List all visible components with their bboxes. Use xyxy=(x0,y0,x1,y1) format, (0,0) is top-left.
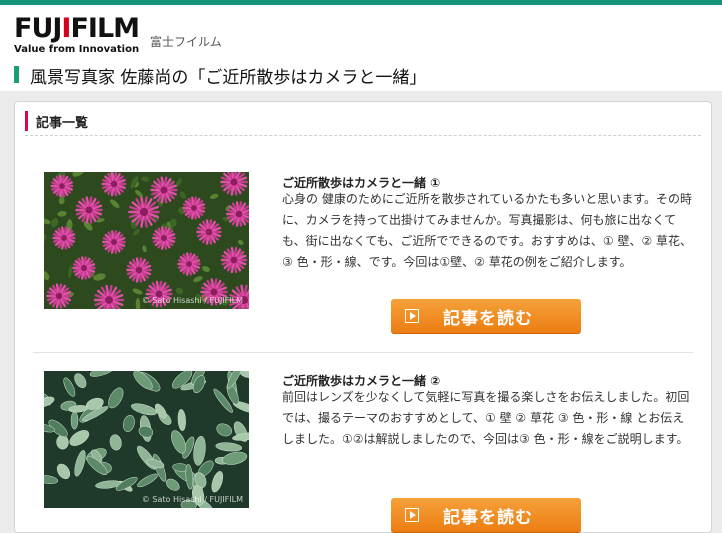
fujifilm-logo[interactable]: FUJIFILM Value from Innovation xyxy=(14,13,140,56)
read-article-button[interactable]: 記事を読む xyxy=(391,498,581,533)
article-divider xyxy=(33,352,693,353)
logo-wordmark: FUJIFILM xyxy=(14,13,140,44)
play-icon xyxy=(405,309,419,323)
article-list-panel: 記事一覧 © Sato Hisashi / FUJIFILM ご近所散歩はカメラ… xyxy=(14,101,712,533)
read-article-label: 記事を読む xyxy=(443,309,533,329)
article-thumbnail-flowers[interactable]: © Sato Hisashi / FUJIFILM xyxy=(44,172,249,309)
logo-tagline: Value from Innovation xyxy=(14,44,140,55)
heading-divider xyxy=(25,135,701,136)
image-credit: © Sato Hisashi / FUJIFILM xyxy=(141,296,243,305)
brand-kana: 富士フイルム xyxy=(150,35,222,49)
title-marker xyxy=(14,66,19,83)
article-summary: 心身の 健康のためにご近所を散歩されているかたも多いと思います。その時に、カメラ… xyxy=(282,192,693,269)
read-article-button[interactable]: 記事を読む xyxy=(391,299,581,334)
read-article-label: 記事を読む xyxy=(443,508,533,528)
list-heading-text: 記事一覧 xyxy=(36,116,89,131)
play-icon xyxy=(405,508,419,522)
page-title: 風景写真家 佐藤尚の「ご近所散歩はカメラと一緒」 xyxy=(30,68,427,88)
flowers-image xyxy=(44,172,249,309)
article-thumbnail-leaves[interactable]: © Sato Hisashi / FUJIFILM xyxy=(44,371,249,508)
leaves-image xyxy=(44,371,249,508)
image-credit: © Sato Hisashi / FUJIFILM xyxy=(141,495,243,504)
article-summary: 前回はレンズを少なくして気軽に写真を撮る楽しさをお伝えしました。初回では、撮るテ… xyxy=(282,390,690,446)
site-header: FUJIFILM Value from Innovation 富士フイルム 風景… xyxy=(0,5,722,91)
heading-marker xyxy=(25,111,28,131)
